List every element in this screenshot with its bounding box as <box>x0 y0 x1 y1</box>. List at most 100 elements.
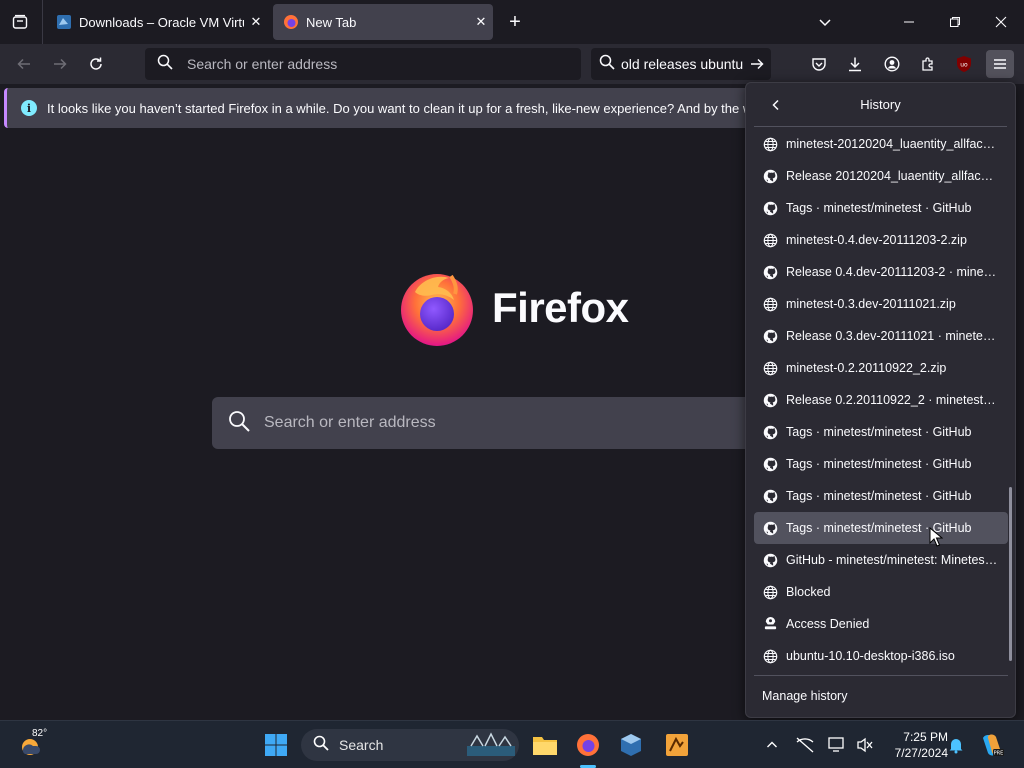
downloads-icon[interactable] <box>841 50 869 78</box>
history-item-label: Tags · minetest/minetest · GitHub <box>786 425 972 439</box>
search-icon <box>157 54 173 75</box>
history-item[interactable]: Release 0.2.20110922_2 · minetest/minete… <box>754 384 1008 416</box>
github-icon <box>762 392 778 408</box>
history-item[interactable]: Tags · minetest/minetest · GitHub <box>754 192 1008 224</box>
show-hidden-icons-chevron-icon[interactable] <box>756 729 788 761</box>
ublock-origin-icon[interactable]: uo <box>950 50 978 78</box>
svg-text:PRE: PRE <box>994 751 1004 757</box>
copilot-icon[interactable]: PRE <box>976 729 1008 761</box>
taskbar-search[interactable]: Search <box>301 729 519 761</box>
search-go-arrow-icon[interactable] <box>749 56 765 72</box>
back-chevron-icon[interactable] <box>762 91 790 119</box>
history-item[interactable]: minetest-20120204_luaentity_allfaces.zip <box>754 128 1008 160</box>
history-item-label: minetest-0.3.dev-20111021.zip <box>786 297 956 311</box>
history-item[interactable]: Tags · minetest/minetest · GitHub <box>754 416 1008 448</box>
clock[interactable]: 7:25 PM 7/27/2024 <box>880 729 948 761</box>
history-panel-title: History <box>860 97 901 112</box>
info-icon: i <box>21 100 37 116</box>
history-item-label: minetest-0.4.dev-20111203-2.zip <box>786 233 967 247</box>
firefox-taskbar-icon[interactable] <box>572 729 604 761</box>
history-item[interactable]: Access Denied <box>754 608 1008 640</box>
history-item-label: Blocked <box>786 585 831 599</box>
search-bar[interactable]: old releases ubuntu <box>591 48 771 80</box>
history-item[interactable]: Blocked <box>754 576 1008 608</box>
tab-strip: Downloads – Oracle VM VirtualBox ✕ New T… <box>0 0 1024 44</box>
firefox-logo-icon <box>397 268 477 348</box>
speaker-muted-icon[interactable] <box>849 729 881 761</box>
globe-icon <box>762 584 778 600</box>
history-item[interactable]: Release 20120204_luaentity_allfaces · mi… <box>754 160 1008 192</box>
history-item-label: Release 0.3.dev-20111021 · minetest/mine… <box>786 329 998 343</box>
github-icon <box>762 520 778 536</box>
hamburger-menu-icon[interactable] <box>986 50 1014 78</box>
search-icon <box>599 54 615 75</box>
network-disconnected-icon[interactable] <box>789 729 821 761</box>
history-item[interactable]: Tags · minetest/minetest · GitHub <box>754 512 1008 544</box>
globe-icon <box>762 136 778 152</box>
tab-title: Downloads – Oracle VM VirtualBox <box>79 14 244 30</box>
manage-history-button[interactable]: Manage history <box>754 675 1008 715</box>
tab-separator <box>42 0 43 44</box>
globe-icon <box>762 360 778 376</box>
close-tab-icon[interactable]: ✕ <box>469 10 493 34</box>
weather-temperature: 82° <box>32 728 48 739</box>
history-panel: History minetest-20120204_luaentity_allf… <box>745 82 1016 718</box>
url-bar[interactable]: Search or enter address <box>145 48 581 80</box>
newtab-search-placeholder: Search or enter address <box>264 414 436 431</box>
github-icon <box>762 552 778 568</box>
reload-icon[interactable] <box>82 50 110 78</box>
app-taskbar-icon[interactable] <box>661 729 693 761</box>
history-item-label: Access Denied <box>786 617 870 631</box>
close-window-icon[interactable] <box>987 8 1015 36</box>
clock-time: 7:25 PM <box>903 730 948 744</box>
history-item[interactable]: GitHub - minetest/minetest: Minetest is … <box>754 544 1008 576</box>
github-icon <box>762 328 778 344</box>
restore-icon[interactable] <box>941 8 969 36</box>
minimize-icon[interactable] <box>895 8 923 36</box>
github-icon <box>762 264 778 280</box>
history-item-label: Tags · minetest/minetest · GitHub <box>786 489 972 503</box>
search-highlight-image-icon <box>467 732 515 763</box>
list-tabs-chevron-icon[interactable] <box>811 8 839 36</box>
history-item[interactable]: minetest-0.3.dev-20111021.zip <box>754 288 1008 320</box>
history-item[interactable]: minetest-0.2.20110922_2.zip <box>754 352 1008 384</box>
notification-bar: i It looks like you haven’t started Fire… <box>4 88 764 128</box>
history-item[interactable]: Tags · minetest/minetest · GitHub <box>754 448 1008 480</box>
globe-icon <box>762 296 778 312</box>
virtualbox-taskbar-icon[interactable] <box>615 729 647 761</box>
navigation-toolbar: Search or enter address old releases ubu… <box>0 44 1024 84</box>
clock-date: 7/27/2024 <box>894 746 948 760</box>
tab-virtualbox-downloads[interactable]: Downloads – Oracle VM VirtualBox ✕ <box>46 4 268 40</box>
github-icon <box>762 456 778 472</box>
github-icon <box>762 168 778 184</box>
list-all-tabs-icon[interactable] <box>8 10 32 34</box>
github-icon <box>762 488 778 504</box>
forward-arrow-icon[interactable] <box>46 50 74 78</box>
history-item-label: minetest-20120204_luaentity_allfaces.zip <box>786 137 998 151</box>
svg-text:uo: uo <box>960 62 968 69</box>
extensions-icon[interactable] <box>914 50 942 78</box>
history-item[interactable]: ubuntu-10.10-desktop-i386.iso <box>754 640 1008 672</box>
new-tab-button[interactable]: + <box>503 10 527 34</box>
tab-new-tab[interactable]: New Tab ✕ <box>273 4 493 40</box>
windows-start-icon[interactable] <box>260 729 292 761</box>
history-panel-header: History <box>754 83 1007 127</box>
history-item-label: Release 0.4.dev-20111203-2 · minetest/mi… <box>786 265 998 279</box>
github-icon <box>762 424 778 440</box>
back-arrow-icon[interactable] <box>10 50 38 78</box>
history-item[interactable]: minetest-0.4.dev-20111203-2.zip <box>754 224 1008 256</box>
history-item[interactable]: Tags · minetest/minetest · GitHub <box>754 480 1008 512</box>
history-scrollbar[interactable] <box>1009 487 1012 661</box>
close-tab-icon[interactable]: ✕ <box>244 10 268 34</box>
file-explorer-icon[interactable] <box>529 729 561 761</box>
history-item-label: Release 20120204_luaentity_allfaces · mi… <box>786 169 998 183</box>
history-item-label: Tags · minetest/minetest · GitHub <box>786 521 972 535</box>
account-icon[interactable] <box>878 50 906 78</box>
notification-bell-icon[interactable] <box>940 729 972 761</box>
history-item-label: Tags · minetest/minetest · GitHub <box>786 457 972 471</box>
newtab-search-box[interactable]: Search or enter address <box>212 397 772 449</box>
pocket-icon[interactable] <box>805 50 833 78</box>
history-item[interactable]: Release 0.4.dev-20111203-2 · minetest/mi… <box>754 256 1008 288</box>
tab-title: New Tab <box>306 14 357 30</box>
history-item[interactable]: Release 0.3.dev-20111021 · minetest/mine… <box>754 320 1008 352</box>
